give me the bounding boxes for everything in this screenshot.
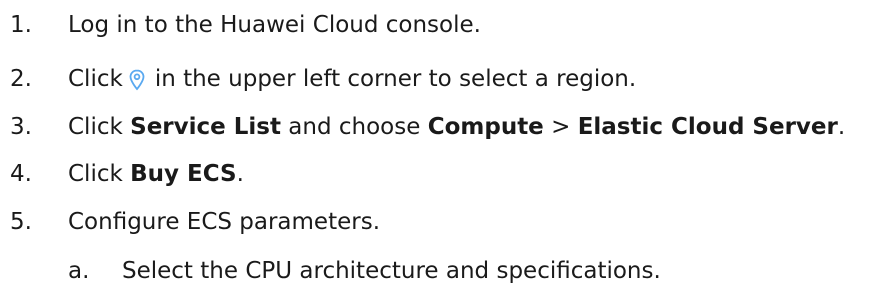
step-text-part: . bbox=[837, 114, 846, 140]
step-number: 2. bbox=[10, 66, 32, 92]
ui-term-service-list: Service List bbox=[130, 114, 281, 140]
step-text: Click Service List and choose Compute > … bbox=[68, 112, 845, 142]
step-text-part: > bbox=[543, 114, 578, 140]
step-text: Click in the upper left corner to select … bbox=[68, 64, 636, 94]
ui-term-elastic-cloud-server: Elastic Cloud Server bbox=[577, 114, 838, 140]
ui-term-buy-ecs: Buy ECS bbox=[130, 161, 237, 187]
step-text-part: Click bbox=[68, 114, 131, 140]
step-number: 4. bbox=[10, 161, 32, 187]
substep-text: Select the CPU architecture and specific… bbox=[122, 258, 661, 284]
step-text: Configure ECS parameters. bbox=[68, 209, 381, 235]
step-number: 5. bbox=[10, 209, 32, 235]
step-text-part: . bbox=[236, 161, 244, 187]
ui-term-compute: Compute bbox=[427, 114, 544, 140]
document: { "steps": [ { "number": "1.", "text": "… bbox=[0, 0, 880, 295]
step-number: 1. bbox=[10, 12, 32, 38]
step-text: Log in to the Huawei Cloud console. bbox=[68, 12, 481, 38]
step-text-part: Click bbox=[68, 161, 131, 187]
step-text-part: in the upper left corner to select a reg… bbox=[154, 66, 637, 92]
step-number: 3. bbox=[10, 114, 32, 140]
location-pin-icon bbox=[129, 69, 145, 91]
step-text-part: Click bbox=[68, 66, 123, 92]
step-text-part: and choose bbox=[280, 114, 428, 140]
substep-letter: a. bbox=[68, 258, 90, 284]
step-text: Click Buy ECS. bbox=[68, 159, 244, 189]
